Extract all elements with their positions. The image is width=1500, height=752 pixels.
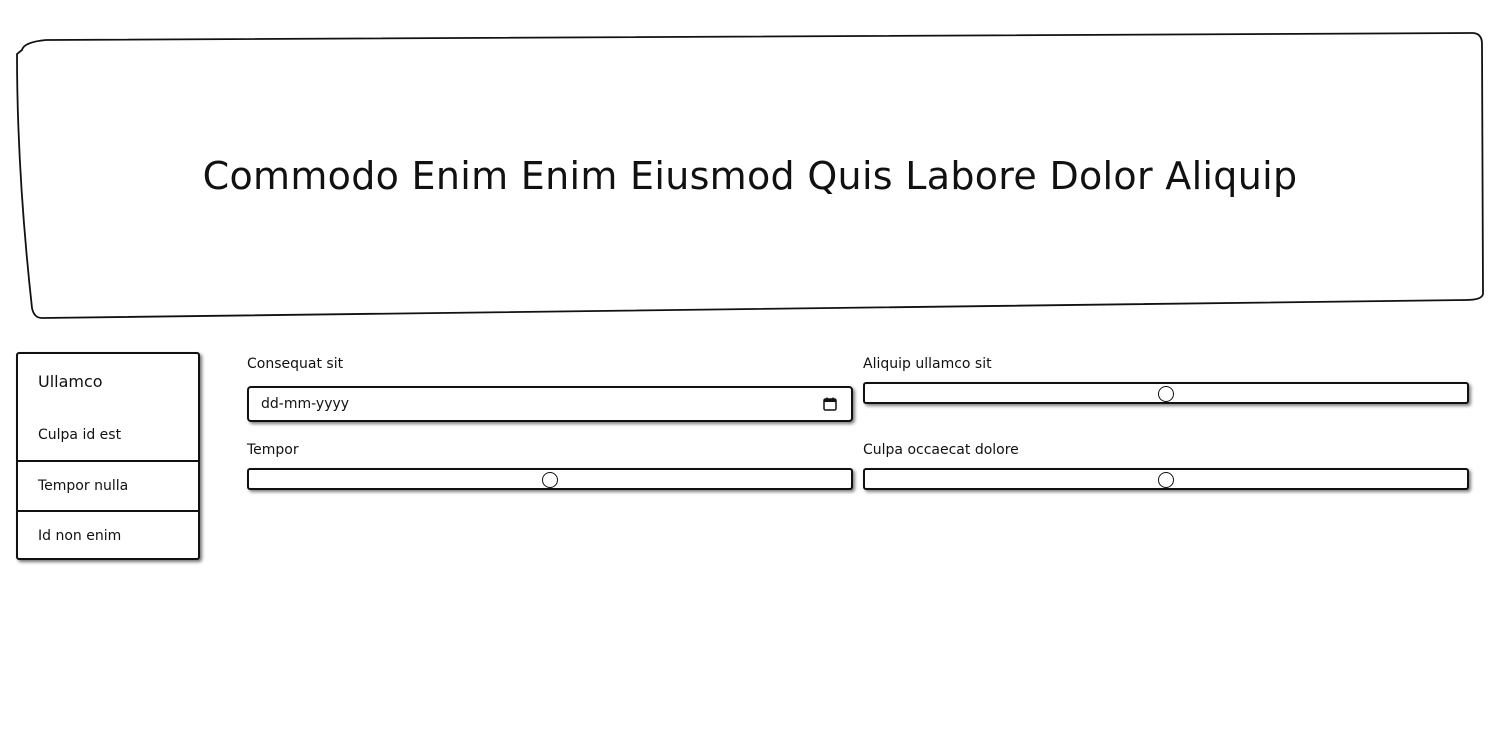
sidebar-item-tempor-nulla[interactable]: Tempor nulla <box>18 460 198 510</box>
sidebar-item-label: Culpa id est <box>38 427 122 443</box>
page: Commodo Enim Enim Eiusmod Quis Labore Do… <box>0 0 1500 752</box>
page-title: Commodo Enim Enim Eiusmod Quis Labore Do… <box>202 154 1298 198</box>
slider-label-2: Tempor <box>247 442 299 458</box>
hero-banner: Commodo Enim Enim Eiusmod Quis Labore Do… <box>16 32 1484 320</box>
calendar-icon[interactable] <box>823 397 837 411</box>
date-input-placeholder: dd-mm-yyyy <box>261 396 350 412</box>
sidebar-item-label: Id non enim <box>38 528 122 544</box>
range-slider-1[interactable] <box>863 382 1469 404</box>
slider-thumb-3[interactable] <box>1158 472 1174 488</box>
range-slider-3[interactable] <box>863 468 1469 490</box>
slider-label-3: Culpa occaecat dolore <box>863 442 1019 458</box>
slider-field-group-1: Aliquip ullamco sit <box>863 354 1469 404</box>
slider-thumb-1[interactable] <box>1158 386 1174 402</box>
slider-field-group-3: Culpa occaecat dolore <box>863 440 1469 490</box>
slider-thumb-2[interactable] <box>542 472 558 488</box>
sidebar-item-label: Tempor nulla <box>38 478 129 494</box>
sidebar-item-id-non-enim[interactable]: Id non enim <box>18 510 198 560</box>
date-input[interactable]: dd-mm-yyyy <box>247 386 853 422</box>
range-slider-2[interactable] <box>247 468 853 490</box>
slider-field-group-2: Tempor <box>247 440 853 490</box>
sidebar: Ullamco Culpa id est Tempor nulla Id non… <box>16 352 200 560</box>
slider-label-1: Aliquip ullamco sit <box>863 356 992 372</box>
sidebar-item-culpa-id-est[interactable]: Culpa id est <box>18 410 198 460</box>
date-field-label: Consequat sit <box>247 356 344 372</box>
sidebar-heading: Ullamco <box>38 372 103 391</box>
date-field-group: Consequat sit dd-mm-yyyy <box>247 354 853 422</box>
